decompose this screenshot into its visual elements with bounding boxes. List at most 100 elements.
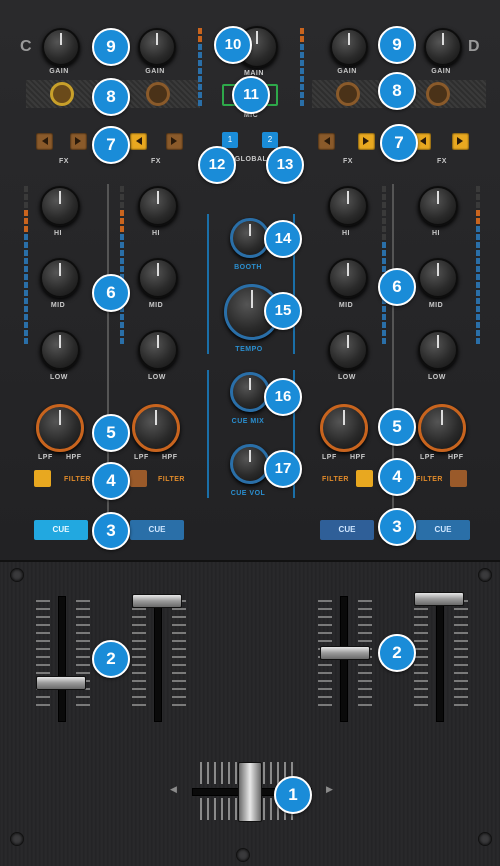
fx-unit-button[interactable] — [426, 82, 450, 106]
gain-knob-c2[interactable] — [138, 28, 176, 66]
eq-mid-knob-d[interactable] — [328, 258, 368, 298]
callout-badge-11: 11 — [232, 76, 270, 114]
eq-low-knob-d[interactable] — [328, 330, 368, 370]
filter-button-d2[interactable] — [450, 470, 467, 487]
callout-badge-3: 3 — [92, 512, 130, 550]
crossfader-cap[interactable] — [238, 762, 262, 822]
screw — [478, 832, 492, 846]
global-label: GLOBAL — [234, 156, 268, 163]
cue-button-c[interactable]: CUE — [34, 520, 88, 540]
callout-badge-17: 17 — [264, 450, 302, 488]
filter-button-c[interactable] — [34, 470, 51, 487]
eq-low-label: LOW — [428, 374, 446, 381]
callout-badge-16: 16 — [264, 378, 302, 416]
filter-knob-c[interactable] — [36, 404, 84, 452]
eq-low-label: LOW — [50, 374, 68, 381]
arrow-right-icon — [457, 137, 463, 145]
eq-low-knob-c2[interactable] — [138, 330, 178, 370]
eq-hi-knob-d2[interactable] — [418, 186, 458, 226]
fader-scale — [172, 600, 186, 712]
callout-badge-12: 12 — [198, 146, 236, 184]
fx-label: FX — [59, 158, 69, 165]
fx-prev-button[interactable] — [36, 133, 53, 150]
eq-low-knob-d2[interactable] — [418, 330, 458, 370]
eq-mid-knob-d2[interactable] — [418, 258, 458, 298]
callout-badge-9: 9 — [92, 28, 130, 66]
callout-badge-14: 14 — [264, 220, 302, 258]
callout-badge-9: 9 — [378, 26, 416, 64]
cue-button-c2[interactable]: CUE — [130, 520, 184, 540]
callout-badge-6: 6 — [378, 268, 416, 306]
callout-badge-4: 4 — [378, 458, 416, 496]
arrow-left-icon — [136, 137, 142, 145]
channel-fader-d2[interactable] — [414, 592, 464, 606]
eq-mid-knob-c[interactable] — [40, 258, 80, 298]
fader-scale — [132, 600, 146, 712]
global-button-1[interactable]: 1 — [222, 132, 238, 148]
fx-next-button[interactable] — [452, 133, 469, 150]
gain-knob-c[interactable] — [42, 28, 80, 66]
center-bracket — [207, 370, 209, 498]
cue-button-d[interactable]: CUE — [320, 520, 374, 540]
fx-label: FX — [151, 158, 161, 165]
channel-meter-d — [382, 186, 386, 346]
eq-mid-label: MID — [148, 302, 164, 309]
lpf-label: LPF — [134, 454, 149, 461]
callout-badge-4: 4 — [92, 462, 130, 500]
eq-hi-label: HI — [342, 230, 350, 237]
callout-badge-1: 1 — [274, 776, 312, 814]
deck-letter-d: D — [468, 38, 480, 55]
global-button-2[interactable]: 2 — [262, 132, 278, 148]
filter-label: FILTER — [416, 476, 443, 483]
callout-badge-5: 5 — [378, 408, 416, 446]
fx-unit-button[interactable] — [146, 82, 170, 106]
tempo-label: TEMPO — [235, 346, 263, 353]
eq-low-label: LOW — [338, 374, 356, 381]
eq-low-knob-c[interactable] — [40, 330, 80, 370]
callout-badge-2: 2 — [378, 634, 416, 672]
arrow-right-icon — [363, 137, 369, 145]
eq-hi-knob-c[interactable] — [40, 186, 80, 226]
hpf-label: HPF — [350, 454, 366, 461]
cue-button-d2[interactable]: CUE — [416, 520, 470, 540]
callout-badge-8: 8 — [92, 78, 130, 116]
arrow-left-icon — [42, 137, 48, 145]
fx-prev-button[interactable] — [318, 133, 335, 150]
eq-hi-label: HI — [152, 230, 160, 237]
fx-next-button[interactable] — [70, 133, 87, 150]
eq-mid-label: MID — [428, 302, 444, 309]
fx-unit-button[interactable] — [50, 82, 74, 106]
hpf-label: HPF — [448, 454, 464, 461]
gain-label: GAIN — [145, 68, 165, 75]
filter-knob-d[interactable] — [320, 404, 368, 452]
fx-next-button[interactable] — [358, 133, 375, 150]
cue-mix-label: CUE MIX — [231, 418, 265, 425]
channel-fader-d[interactable] — [320, 646, 370, 660]
filter-button-d[interactable] — [356, 470, 373, 487]
filter-knob-c2[interactable] — [132, 404, 180, 452]
filter-knob-d2[interactable] — [418, 404, 466, 452]
eq-mid-knob-c2[interactable] — [138, 258, 178, 298]
fader-scale — [76, 600, 90, 712]
gain-knob-d[interactable] — [330, 28, 368, 66]
channel-meter-c2 — [120, 186, 124, 346]
level-meter-main-right — [300, 28, 304, 108]
fx-next-button[interactable] — [166, 133, 183, 150]
eq-hi-knob-d[interactable] — [328, 186, 368, 226]
filter-label: FILTER — [158, 476, 185, 483]
channel-fader-track-c — [58, 596, 66, 722]
callout-badge-7: 7 — [380, 124, 418, 162]
eq-hi-label: HI — [54, 230, 62, 237]
filter-label: FILTER — [322, 476, 349, 483]
fader-scale — [414, 600, 428, 712]
eq-hi-knob-c2[interactable] — [138, 186, 178, 226]
callout-badge-6: 6 — [92, 274, 130, 312]
channel-fader-c[interactable] — [36, 676, 86, 690]
gain-knob-d2[interactable] — [424, 28, 462, 66]
fx-prev-button[interactable] — [130, 133, 147, 150]
channel-fader-track-d2 — [436, 596, 444, 722]
channel-fader-c2[interactable] — [132, 594, 182, 608]
gain-label: GAIN — [337, 68, 357, 75]
fx-unit-button[interactable] — [336, 82, 360, 106]
filter-button-c2[interactable] — [130, 470, 147, 487]
